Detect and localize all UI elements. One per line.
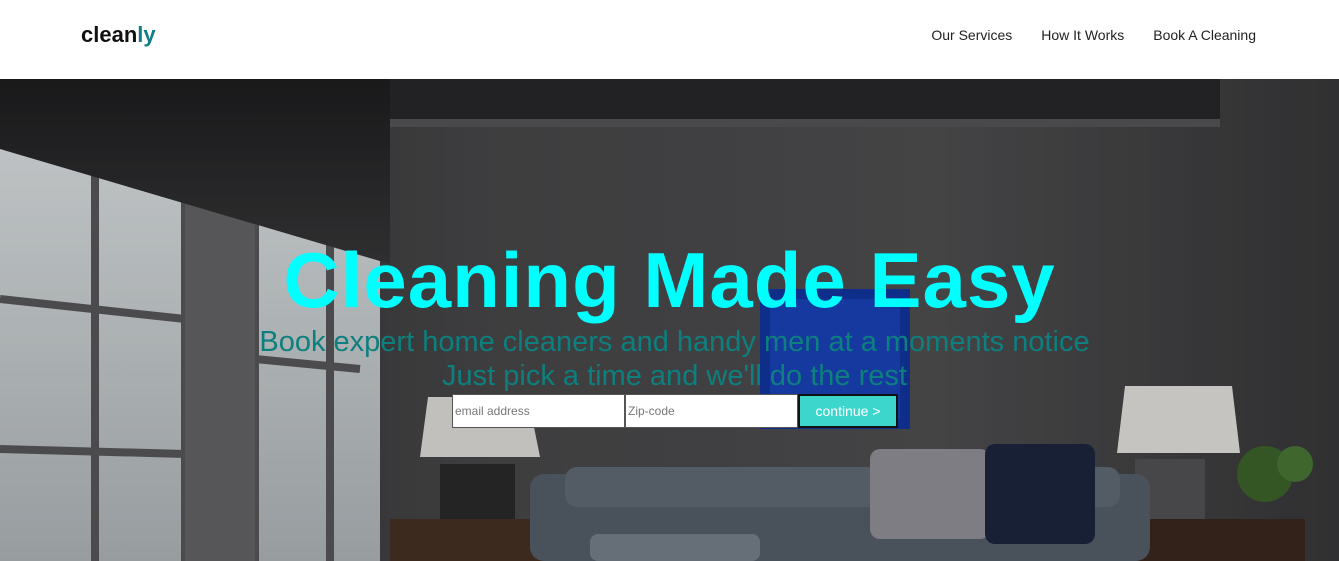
brand-logo[interactable]: cleanly <box>81 22 156 48</box>
continue-button[interactable]: continue > <box>798 394 898 428</box>
nav-link-how-it-works[interactable]: How It Works <box>1041 27 1124 43</box>
hero-section: Cleaning Made Easy Book expert home clea… <box>0 79 1339 561</box>
logo-text-main: clean <box>81 22 138 47</box>
nav-link-book-a-cleaning[interactable]: Book A Cleaning <box>1153 27 1256 43</box>
email-input[interactable] <box>452 394 625 428</box>
logo-text-accent: ly <box>137 22 156 47</box>
top-navbar: cleanly Our Services How It Works Book A… <box>0 0 1339 79</box>
zip-code-input[interactable] <box>625 394 798 428</box>
nav-links: Our Services How It Works Book A Cleanin… <box>931 27 1256 43</box>
hero-subtitle-line-2: Just pick a time and we'll do the rest <box>442 360 907 392</box>
nav-link-our-services[interactable]: Our Services <box>931 27 1012 43</box>
signup-form: continue > <box>452 394 898 428</box>
hero-headline: Cleaning Made Easy <box>283 236 1056 324</box>
hero-subtitle-line-1: Book expert home cleaners and handy men … <box>259 326 1090 358</box>
